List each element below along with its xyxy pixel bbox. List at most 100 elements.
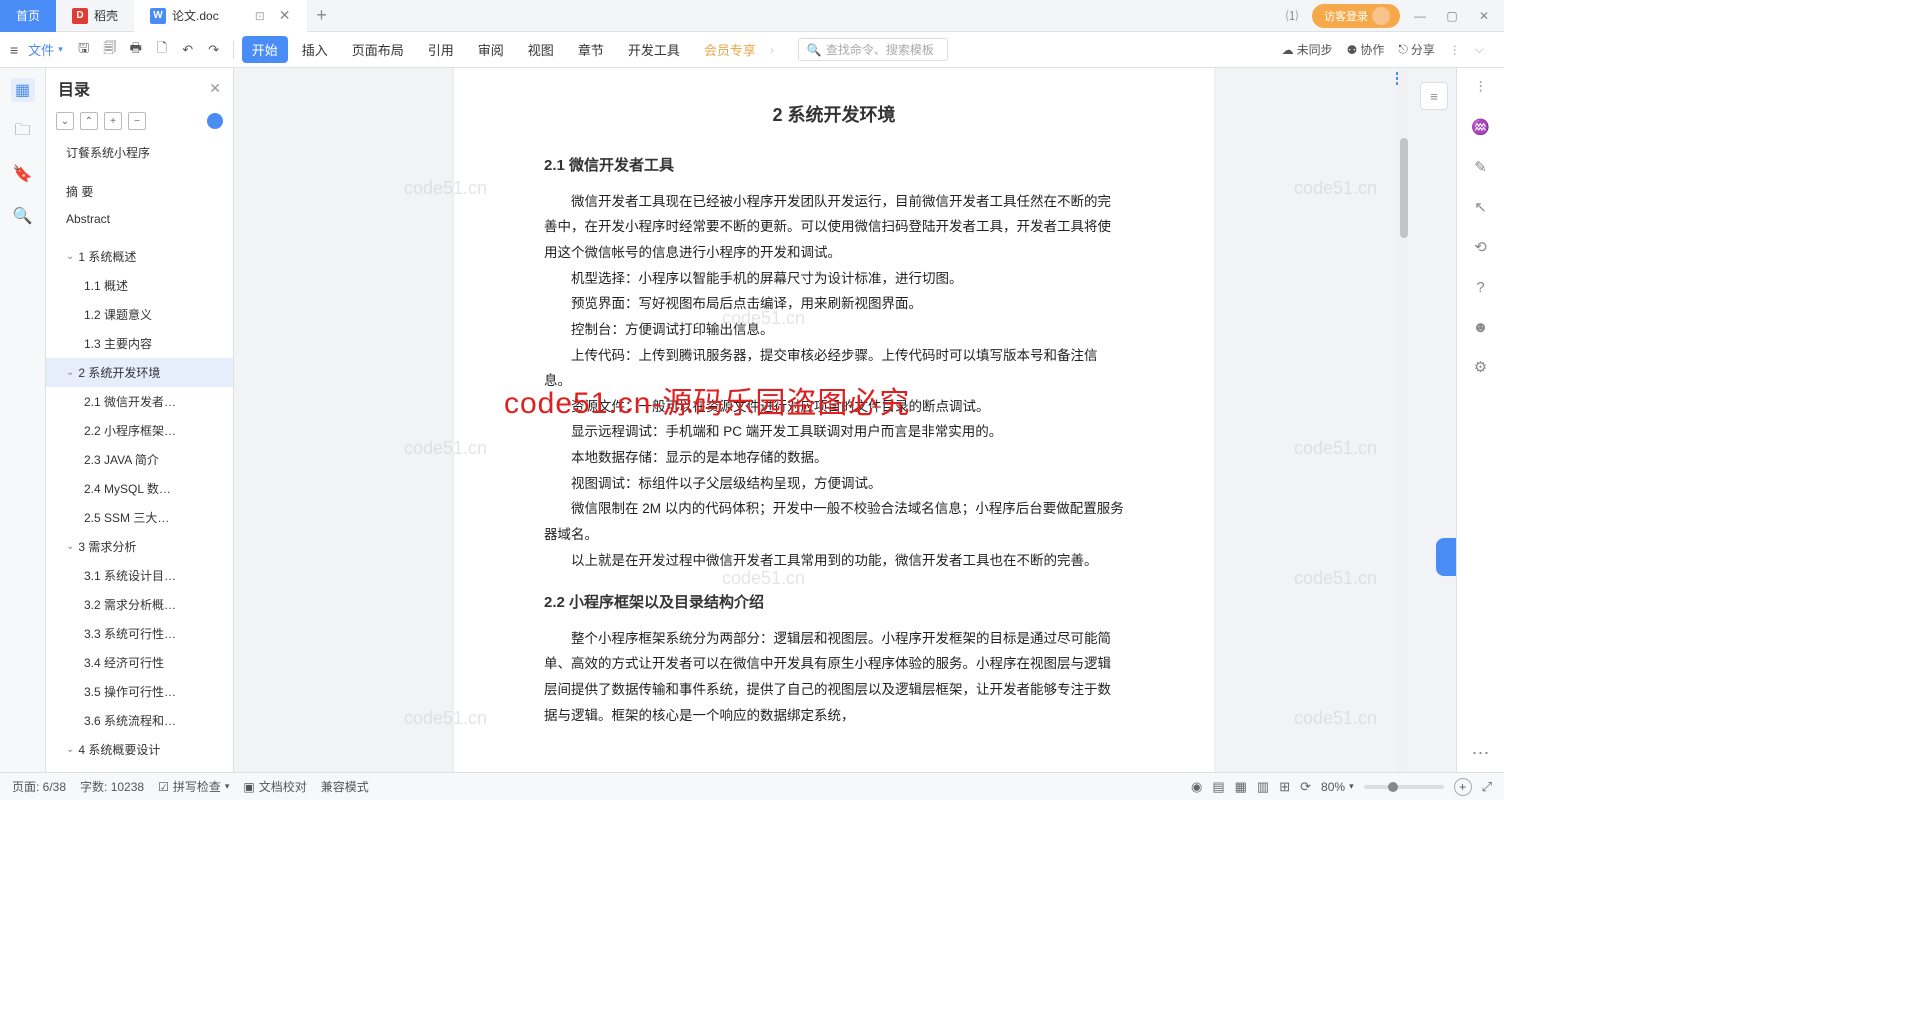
view-web-icon[interactable]: ▦ — [1235, 779, 1247, 795]
statusbar: 页面: 6/38 字数: 10238 ☑拼写检查▾ ▣文档校对 兼容模式 ◉ ▤… — [0, 772, 1504, 800]
file-menu[interactable]: 文件▾ — [22, 40, 69, 59]
scrollbar-track[interactable] — [1398, 68, 1408, 772]
more-icon[interactable]: ⋮ — [1449, 43, 1461, 57]
zoom-reset-icon[interactable]: ⟳ — [1300, 779, 1311, 795]
login-button[interactable]: 访客登录 — [1312, 4, 1400, 28]
undo-icon[interactable]: ↶ — [177, 39, 199, 61]
close-button[interactable]: ✕ — [1472, 4, 1496, 28]
save-as-icon[interactable]: 🗐 — [99, 39, 121, 61]
collab-button[interactable]: ⚉协作 — [1347, 41, 1385, 58]
tab-add-button[interactable]: + — [307, 5, 337, 26]
tab-home[interactable]: 首页 — [0, 0, 56, 32]
find-icon[interactable]: 🔍 — [11, 204, 35, 228]
share-button[interactable]: ⎋分享 — [1398, 41, 1435, 58]
outline-item[interactable]: ⌄3 需求分析 — [46, 532, 233, 561]
outline-item[interactable]: 2.1 微信开发者… — [46, 387, 233, 416]
outline-item[interactable]: ⌄1 系统概述 — [46, 242, 233, 271]
proofread-button[interactable]: ▣文档校对 — [243, 778, 306, 795]
folder-icon[interactable]: 🗀 — [11, 120, 35, 144]
ribbon-reference[interactable]: 引用 — [418, 36, 464, 63]
outline-item[interactable]: 4.1 概述 — [46, 764, 233, 772]
hamburger-icon[interactable]: ≡ — [10, 42, 18, 58]
window-present-icon[interactable]: ⊡ — [255, 9, 265, 23]
ribbon-layout[interactable]: 页面布局 — [342, 36, 414, 63]
doc-paragraph: 以上就是在开发过程中微信开发者工具常用到的功能，微信开发者工具也在不断的完善。 — [544, 548, 1124, 574]
outline-item[interactable]: Abstract — [46, 206, 233, 232]
page-indicator[interactable]: 页面: 6/38 — [12, 778, 66, 795]
outline-indicator-icon[interactable] — [207, 113, 223, 129]
settings-icon[interactable]: ⟲ — [1470, 236, 1492, 258]
outline-remove-icon[interactable]: − — [128, 112, 146, 130]
outline-item[interactable]: 2.2 小程序框架… — [46, 416, 233, 445]
tab-document[interactable]: W 论文.doc ⊡ ✕ — [134, 0, 306, 32]
style-icon[interactable]: ♒ — [1470, 116, 1492, 138]
outline-icon[interactable]: ▦ — [11, 78, 35, 102]
outline-item[interactable]: 2.4 MySQL 数… — [46, 474, 233, 503]
ribbon-start[interactable]: 开始 — [242, 36, 288, 63]
view-outline-icon[interactable]: ▥ — [1257, 779, 1269, 795]
word-count[interactable]: 字数: 10238 — [80, 778, 144, 795]
more-tools-icon[interactable]: ⋯ — [1470, 742, 1492, 764]
compat-mode[interactable]: 兼容模式 — [321, 778, 369, 795]
outline-item[interactable]: 摘 要 — [46, 177, 233, 206]
help-icon[interactable]: ? — [1470, 276, 1492, 298]
save-icon[interactable]: 🖫 — [73, 39, 95, 61]
outline-item[interactable]: 2.3 JAVA 简介 — [46, 445, 233, 474]
outline-item[interactable]: 3.2 需求分析概… — [46, 590, 233, 619]
zoom-level[interactable]: 80% ▾ — [1321, 780, 1354, 794]
outline-item[interactable]: 订餐系统小程序 — [46, 138, 233, 167]
outline-item[interactable]: 1.2 课题意义 — [46, 300, 233, 329]
search-input[interactable]: 🔍查找命令、搜索模板 — [798, 38, 948, 61]
print-icon[interactable]: 🖶 — [125, 39, 147, 61]
print-preview-icon[interactable]: 🗋 — [151, 39, 173, 61]
ribbon-review[interactable]: 审阅 — [468, 36, 514, 63]
maximize-button[interactable]: ▢ — [1440, 4, 1464, 28]
watermark: code51.cn — [1294, 568, 1377, 589]
outline-item[interactable]: 3.1 系统设计目… — [46, 561, 233, 590]
ribbon-view[interactable]: 视图 — [518, 36, 564, 63]
watermark: code51.cn — [1294, 708, 1377, 729]
ribbon-developer[interactable]: 开发工具 — [618, 36, 690, 63]
outline-expand-all-icon[interactable]: ⌃ — [80, 112, 98, 130]
ribbon-vip[interactable]: 会员专享 — [694, 36, 766, 63]
outline-item[interactable]: 3.6 系统流程和… — [46, 706, 233, 735]
outline-item[interactable]: 1.3 主要内容 — [46, 329, 233, 358]
doc-paragraph: 整个小程序框架系统分为两部分：逻辑层和视图层。小程序开发框架的目标是通过尽可能简… — [544, 626, 1124, 729]
minimize-button[interactable]: — — [1408, 4, 1432, 28]
collapse-ribbon-icon[interactable]: ⌵ — [1475, 42, 1484, 57]
gear-icon[interactable]: ⚙ — [1470, 356, 1492, 378]
select-icon[interactable]: ↖ — [1470, 196, 1492, 218]
outline-item[interactable]: 1.1 概述 — [46, 271, 233, 300]
emoji-icon[interactable]: ☻ — [1470, 316, 1492, 338]
zoom-in-button[interactable]: + — [1454, 778, 1472, 796]
outline-item[interactable]: 3.3 系统可行性… — [46, 619, 233, 648]
watermark: code51.cn — [1294, 438, 1377, 459]
outline-item[interactable]: 3.4 经济可行性 — [46, 648, 233, 677]
outline-item[interactable]: 3.5 操作可行性… — [46, 677, 233, 706]
ribbon-chapter[interactable]: 章节 — [568, 36, 614, 63]
outline-close-icon[interactable]: ✕ — [209, 80, 221, 97]
redo-icon[interactable]: ↷ — [203, 39, 225, 61]
outline-collapse-all-icon[interactable]: ⌄ — [56, 112, 74, 130]
sync-button[interactable]: ☁未同步 — [1282, 41, 1333, 58]
reading-mode-icon[interactable]: ≡ — [1420, 82, 1448, 110]
view-read-icon[interactable]: ◉ — [1191, 779, 1202, 795]
view-fullscreen-icon[interactable]: ⊞ — [1279, 779, 1290, 795]
outline-item[interactable]: 2.5 SSM 三大… — [46, 503, 233, 532]
ribbon-insert[interactable]: 插入 — [292, 36, 338, 63]
expand-icon[interactable]: ⤢ — [1482, 779, 1492, 795]
edit-icon[interactable]: ✎ — [1470, 156, 1492, 178]
view-print-icon[interactable]: ▤ — [1212, 779, 1224, 795]
side-tab-handle[interactable] — [1436, 538, 1456, 576]
tab-daoke[interactable]: D稻壳 — [56, 0, 134, 32]
bookmark-icon[interactable]: 🔖 — [11, 162, 35, 186]
outline-item[interactable]: ⌄2 系统开发环境 — [46, 358, 233, 387]
tab-close-icon[interactable]: ✕ — [279, 7, 291, 24]
outline-item[interactable]: ⌄4 系统概要设计 — [46, 735, 233, 764]
zoom-slider[interactable] — [1364, 785, 1444, 789]
app-badge-icon[interactable]: ⑴ — [1280, 4, 1304, 28]
scrollbar-thumb[interactable] — [1400, 138, 1408, 238]
setting-handle-icon[interactable]: ⫶ — [1470, 76, 1492, 98]
outline-add-icon[interactable]: + — [104, 112, 122, 130]
spellcheck-button[interactable]: ☑拼写检查▾ — [158, 778, 229, 795]
